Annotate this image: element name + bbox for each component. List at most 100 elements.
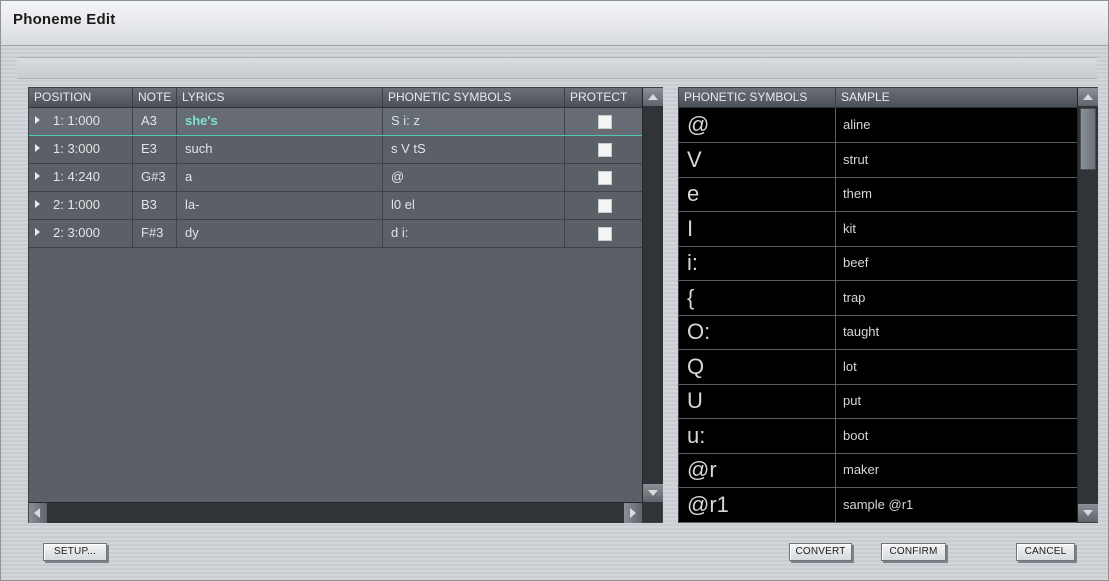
scroll-down-icon[interactable]: [1078, 504, 1098, 522]
column-header-protect[interactable]: PROTECT: [565, 88, 642, 107]
position-text: 1: 3:000: [53, 141, 100, 156]
position-cell[interactable]: 1: 4:240: [29, 164, 133, 191]
play-marker-icon: [35, 228, 40, 236]
column-header-position[interactable]: POSITION: [29, 88, 133, 107]
title-bar: Phoneme Edit: [1, 1, 1108, 46]
lyrics-cell[interactable]: she's: [177, 108, 383, 135]
sample-word-cell: sample @r1: [843, 496, 914, 512]
phonetic-symbol-cell: Q: [679, 349, 836, 384]
symbol-row[interactable]: Qlot: [679, 349, 1077, 385]
position-text: 2: 1:000: [53, 197, 100, 212]
protect-cell[interactable]: [565, 192, 642, 219]
phonetic-cell[interactable]: l0 el: [383, 192, 565, 219]
note-cell[interactable]: E3: [133, 136, 177, 163]
convert-button[interactable]: CONVERT: [789, 543, 852, 561]
phonetic-cell[interactable]: d i:: [383, 220, 565, 247]
sample-word-cell: taught: [843, 324, 880, 339]
protect-checkbox[interactable]: [598, 115, 612, 129]
phonetic-symbol-cell: u:: [679, 418, 836, 453]
play-marker-icon: [35, 200, 40, 208]
symbols-vertical-scrollbar[interactable]: [1077, 88, 1098, 522]
column-header-phonetic-symbols[interactable]: PHONETIC SYMBOLS: [383, 88, 565, 107]
note-cell[interactable]: A3: [133, 108, 177, 135]
position-text: 1: 1:000: [53, 113, 100, 128]
position-cell[interactable]: 1: 1:000: [29, 108, 133, 135]
symbol-row[interactable]: O: taught: [679, 315, 1077, 350]
position-cell[interactable]: 2: 1:000: [29, 192, 133, 219]
table-row[interactable]: 2: 3:000 F#3 dy d i:: [29, 220, 642, 248]
protect-cell[interactable]: [565, 108, 642, 135]
scroll-up-icon[interactable]: [643, 88, 663, 106]
window-title: Phoneme Edit: [13, 11, 116, 28]
lyrics-cell[interactable]: la-: [177, 192, 383, 219]
scroll-thumb[interactable]: [1080, 108, 1096, 170]
symbol-row[interactable]: u: boot: [679, 418, 1077, 454]
phonetic-cell[interactable]: S i: z: [383, 108, 565, 135]
symbol-row[interactable]: Vstrut: [679, 142, 1077, 178]
table-row[interactable]: 1: 1:000 A3 she's S i: z: [29, 108, 642, 136]
sample-word-cell: them: [843, 186, 872, 201]
protect-checkbox[interactable]: [598, 171, 612, 185]
protect-cell[interactable]: [565, 164, 642, 191]
sample-word-cell: put: [843, 393, 862, 408]
table-row[interactable]: 2: 1:000 B3 la-l0 el: [29, 192, 642, 220]
symbol-row[interactable]: @r1 sample @r1: [679, 487, 1077, 523]
protect-cell[interactable]: [565, 136, 642, 163]
play-marker-icon: [35, 172, 40, 180]
position-cell[interactable]: 1: 3:000: [29, 136, 133, 163]
note-cell[interactable]: G#3: [133, 164, 177, 191]
lyrics-table: POSITION NOTE LYRICS PHONETIC SYMBOLS PR…: [29, 88, 642, 502]
column-header-lyrics[interactable]: LYRICS: [177, 88, 383, 107]
scroll-left-icon[interactable]: [29, 503, 47, 523]
symbols-table-header: PHONETIC SYMBOLS SAMPLE: [679, 88, 1077, 108]
lyrics-table-panel: POSITION NOTE LYRICS PHONETIC SYMBOLS PR…: [28, 87, 663, 523]
symbol-row[interactable]: Ikit: [679, 211, 1077, 247]
lyrics-cell[interactable]: such: [177, 136, 383, 163]
table-row[interactable]: 1: 3:000 E3 such s V tS: [29, 136, 642, 164]
phonetic-cell[interactable]: s V tS: [383, 136, 565, 163]
scroll-up-icon[interactable]: [1078, 88, 1098, 106]
top-strip: [17, 57, 1097, 79]
sample-word-cell: kit: [843, 220, 856, 236]
table-row[interactable]: 1: 4:240 G#3 a @: [29, 164, 642, 192]
setup-button[interactable]: SETUP...: [43, 543, 107, 561]
note-cell[interactable]: B3: [133, 192, 177, 219]
protect-checkbox[interactable]: [598, 227, 612, 241]
cancel-button[interactable]: CANCEL: [1016, 543, 1075, 561]
confirm-button[interactable]: CONFIRM: [881, 543, 946, 561]
lyrics-vertical-scrollbar[interactable]: [642, 88, 663, 502]
protect-checkbox[interactable]: [598, 143, 612, 157]
phonetic-cell[interactable]: @: [383, 164, 565, 191]
symbol-row[interactable]: Uput: [679, 384, 1077, 419]
protect-cell[interactable]: [565, 220, 642, 247]
sample-word-cell: beef: [843, 255, 869, 270]
position-cell[interactable]: 2: 3:000: [29, 220, 133, 247]
lyrics-horizontal-scrollbar[interactable]: [29, 502, 642, 523]
scrollbar-corner: [642, 502, 662, 522]
play-marker-icon: [35, 116, 40, 124]
phonetic-symbol-cell: @r1: [679, 487, 836, 522]
phonetic-symbols-panel: PHONETIC SYMBOLS SAMPLE @ aline Vstrut e the…: [678, 87, 1098, 523]
column-header-note[interactable]: NOTE: [133, 88, 177, 107]
play-marker-icon: [35, 144, 40, 152]
phonetic-symbol-cell: O:: [679, 315, 836, 349]
symbol-row[interactable]: i: beef: [679, 246, 1077, 281]
symbol-row[interactable]: {trap: [679, 280, 1077, 316]
lyrics-cell[interactable]: a: [177, 164, 383, 191]
column-header-sample[interactable]: SAMPLE: [836, 88, 1077, 107]
phonetic-symbol-cell: @: [679, 108, 836, 142]
sample-word-cell: maker: [843, 462, 880, 477]
phoneme-edit-window: Phoneme Edit POSITION NOTE LYRICS PHONET…: [0, 0, 1109, 581]
scroll-right-icon[interactable]: [624, 503, 642, 523]
symbol-row[interactable]: e them: [679, 177, 1077, 212]
symbol-row[interactable]: @ aline: [679, 108, 1077, 143]
protect-checkbox[interactable]: [598, 199, 612, 213]
note-cell[interactable]: F#3: [133, 220, 177, 247]
symbol-row[interactable]: @r maker: [679, 453, 1077, 488]
sample-word-cell: trap: [843, 289, 866, 305]
column-header-phonetic-symbols-ref[interactable]: PHONETIC SYMBOLS: [679, 88, 836, 107]
scroll-down-icon[interactable]: [643, 484, 663, 502]
lyrics-cell[interactable]: dy: [177, 220, 383, 247]
phonetic-symbol-cell: I: [679, 211, 836, 246]
sample-word-cell: boot: [843, 427, 869, 443]
